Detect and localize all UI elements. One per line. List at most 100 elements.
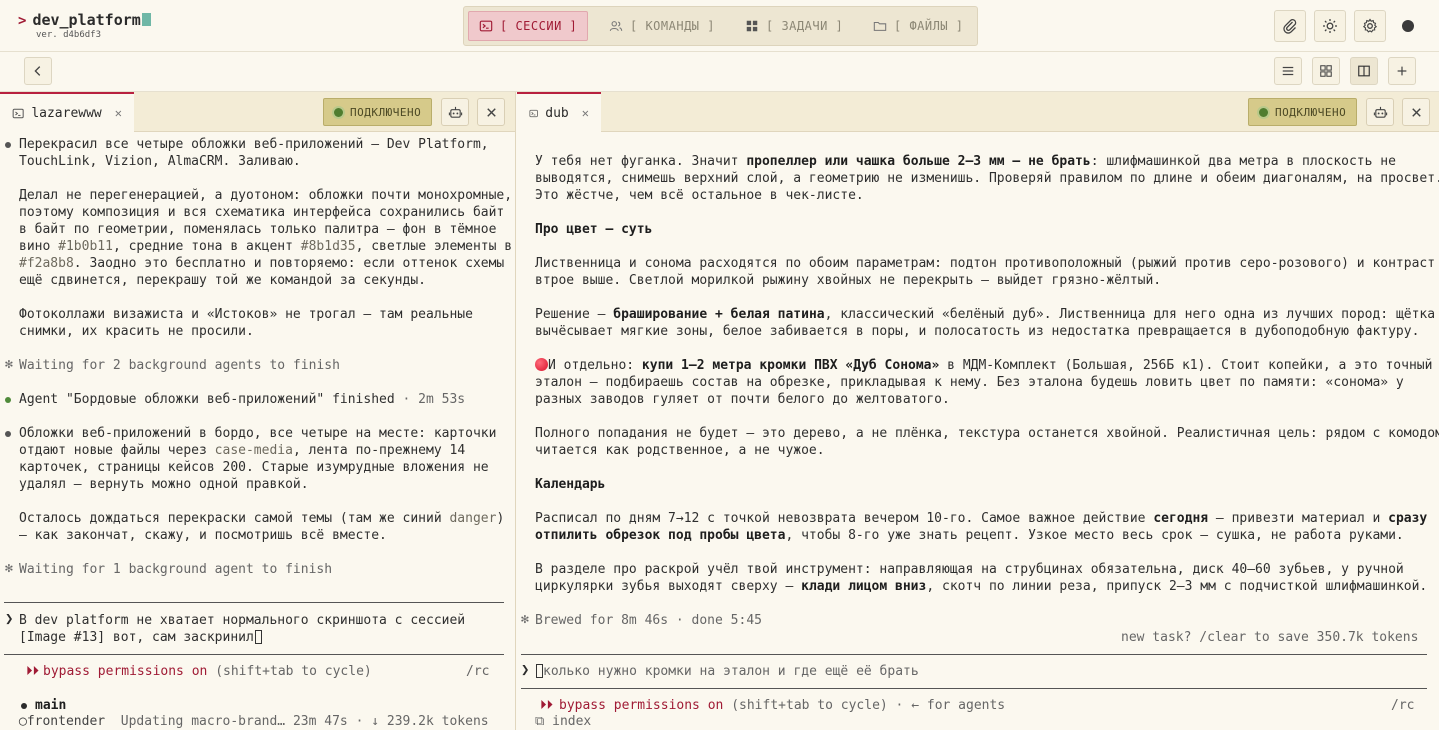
close-pane-button[interactable] — [1402, 98, 1430, 126]
grid-icon — [746, 20, 758, 32]
divider — [4, 602, 504, 603]
attach-button[interactable] — [1274, 10, 1306, 42]
message-line: Решение — браширование + белая патина, к… — [535, 307, 1436, 322]
message-line: читается как родственное, а не чужое. — [535, 443, 825, 458]
agent-status-line[interactable]: ◯frontender Updating macro-brand… 23m 47… — [19, 713, 489, 730]
terminal-icon — [479, 20, 493, 32]
sun-icon — [1323, 19, 1337, 33]
gear-icon — [1362, 18, 1378, 33]
theme-toggle-button[interactable] — [1314, 10, 1346, 42]
message-line: Полного попадания не будет — это дерево,… — [535, 426, 1439, 441]
brewed-status: Brewed for 8m 46s · done 5:45 — [535, 613, 762, 628]
paperclip-icon — [1283, 19, 1297, 34]
rc-command[interactable]: /rc — [1391, 697, 1414, 714]
terminal-icon — [12, 108, 24, 118]
code-token: danger — [449, 511, 497, 526]
prompt-chevron-icon: ❯ — [521, 662, 530, 678]
connection-status-label: ПОДКЛЮЧЕНО — [1275, 105, 1347, 119]
tab-files[interactable]: [ ФАЙЛЫ ] — [863, 11, 974, 41]
message-line: Осталось дождаться перекраски самой темы… — [19, 511, 505, 526]
message-line: удалял — вернуть можно одной правкой. — [19, 477, 309, 492]
message-line: У тебя нет фуганка. Значит пропеллер или… — [535, 154, 1396, 169]
message-line: вино #1b0b11, средние тона в акцент #8b1… — [19, 239, 513, 254]
list-view-button[interactable] — [1274, 57, 1302, 85]
agent-button[interactable] — [1366, 98, 1394, 126]
left-pane-header: lazarewww ✕ ПОДКЛЮЧЕНО — [0, 92, 515, 132]
list-icon — [1282, 66, 1294, 76]
message-line: эталон — подбираешь состав на обрезке, п… — [535, 375, 1404, 390]
message-line: TouchLink, Vizion, AlmaCRM. Заливаю. — [19, 154, 301, 169]
color-code: #8b1d35 — [300, 239, 356, 254]
session-tab-label: lazarewww — [31, 105, 102, 121]
tab-teams[interactable]: [ КОМАНДЫ ] — [599, 11, 725, 41]
message-bullet — [5, 431, 11, 437]
message-line: #f2a8b8. Заодно это бесплатно и повторяе… — [19, 256, 505, 271]
settings-button[interactable] — [1354, 10, 1386, 42]
message-line: Перекрасил все четыре обложки веб-прилож… — [19, 137, 489, 152]
message-line: Расписал по дням 7→12 с точкой невозврат… — [535, 511, 1428, 526]
right-pane-header: dub ✕ ПОДКЛЮЧЕНО — [517, 92, 1439, 132]
code-token: case-media — [214, 443, 293, 458]
tab-teams-label: [ КОМАНДЫ ] — [630, 19, 715, 33]
split-view-button[interactable] — [1350, 57, 1378, 85]
bypass-chevrons-icon: ⏵⏵ — [26, 664, 39, 679]
message-line: В разделе про раскрой учёл твой инструме… — [535, 562, 1404, 577]
main-nav-tabs: [ СЕССИИ ] [ КОМАНДЫ ] [ ЗАДАЧИ ] [ ФАЙЛ… — [463, 6, 978, 46]
close-tab-icon[interactable]: ✕ — [582, 106, 589, 120]
message-line: Обложки веб-приложений в бордо, все четы… — [19, 426, 497, 441]
message-bullet — [5, 142, 11, 148]
agent-finished-bullet — [5, 397, 11, 403]
agent-button[interactable] — [441, 98, 469, 126]
divider — [4, 654, 504, 655]
message-line: циркулярки зубья выходят сверху — клади … — [535, 579, 1428, 594]
session-tab-lazarewww[interactable]: lazarewww ✕ — [0, 92, 134, 132]
session-tab-dub[interactable]: dub ✕ — [517, 92, 601, 132]
split-columns-icon — [1358, 65, 1370, 77]
section-heading: Про цвет — суть — [535, 222, 653, 237]
color-code: #1b0b11 — [58, 239, 113, 254]
top-bar: > dev_platform ver. d4b6df3 [ СЕССИИ ] [ … — [0, 0, 1439, 52]
chat-input[interactable]: колько нужно кромки на эталон и где ещё … — [535, 663, 919, 680]
robot-icon — [1373, 106, 1387, 118]
tab-tasks[interactable]: [ ЗАДАЧИ ] — [735, 11, 853, 41]
rc-command[interactable]: /rc — [466, 663, 489, 680]
back-button[interactable] — [24, 57, 52, 85]
cursor-block — [141, 13, 151, 26]
message-line: отпилить обрезок под пробы цвета, чтобы … — [535, 528, 1404, 543]
chevron-left-icon — [34, 66, 41, 76]
chat-input[interactable]: В dev platform не хватает нормального ск… — [19, 612, 465, 629]
bypass-permissions-status[interactable]: bypass permissions on (shift+tab to cycl… — [43, 663, 372, 680]
text-cursor — [536, 664, 543, 678]
tab-sessions-label: [ СЕССИИ ] — [500, 19, 578, 33]
connection-status-badge: ПОДКЛЮЧЕНО — [1248, 98, 1358, 126]
close-pane-button[interactable] — [477, 98, 505, 126]
message-line: поэтому композиция и вся схематика интер… — [19, 205, 505, 220]
waiting-status: Waiting for 2 background agents to finis… — [19, 358, 340, 373]
grid-view-button[interactable] — [1312, 57, 1340, 85]
add-pane-button[interactable] — [1388, 57, 1416, 85]
spinner-icon: ✻ — [5, 357, 13, 372]
file-icon: ⧉ — [535, 714, 545, 729]
bypass-permissions-status[interactable]: bypass permissions on (shift+tab to cycl… — [559, 697, 1005, 714]
prompt-chevron-icon: ❯ — [5, 611, 14, 627]
close-icon — [1411, 107, 1421, 117]
index-file-line[interactable]: ⧉ index — [535, 713, 591, 730]
session-tab-label: dub — [545, 105, 569, 121]
text-cursor — [254, 630, 262, 644]
chat-input[interactable]: [Image #13] вот, сам заскринил — [19, 629, 262, 646]
section-heading: Календарь — [535, 477, 606, 492]
message-line: — как закончат, скажу, и посмотришь всё … — [19, 528, 387, 543]
branch-name: main — [35, 698, 67, 713]
message-line: втрое выше. Светлой морилкой рыжину хвой… — [535, 273, 1162, 288]
tab-sessions[interactable]: [ СЕССИИ ] — [468, 11, 589, 41]
tab-tasks-label: [ ЗАДАЧИ ] — [766, 19, 844, 33]
version-label: ver. d4b6df3 — [36, 30, 102, 40]
close-tab-icon[interactable]: ✕ — [115, 106, 122, 120]
connection-status-label: ПОДКЛЮЧЕНО — [350, 105, 422, 119]
message-line: выводятся, снимешь верхний слой, а геоме… — [535, 171, 1439, 186]
app-title: dev_platform — [32, 11, 141, 29]
user-status-dot[interactable] — [1402, 20, 1414, 32]
grid-layout-icon — [1320, 65, 1332, 77]
brand[interactable]: > dev_platform ver. d4b6df3 — [18, 11, 151, 40]
message-line: ещё сдвинется, перекрашу той же командой… — [19, 273, 426, 288]
